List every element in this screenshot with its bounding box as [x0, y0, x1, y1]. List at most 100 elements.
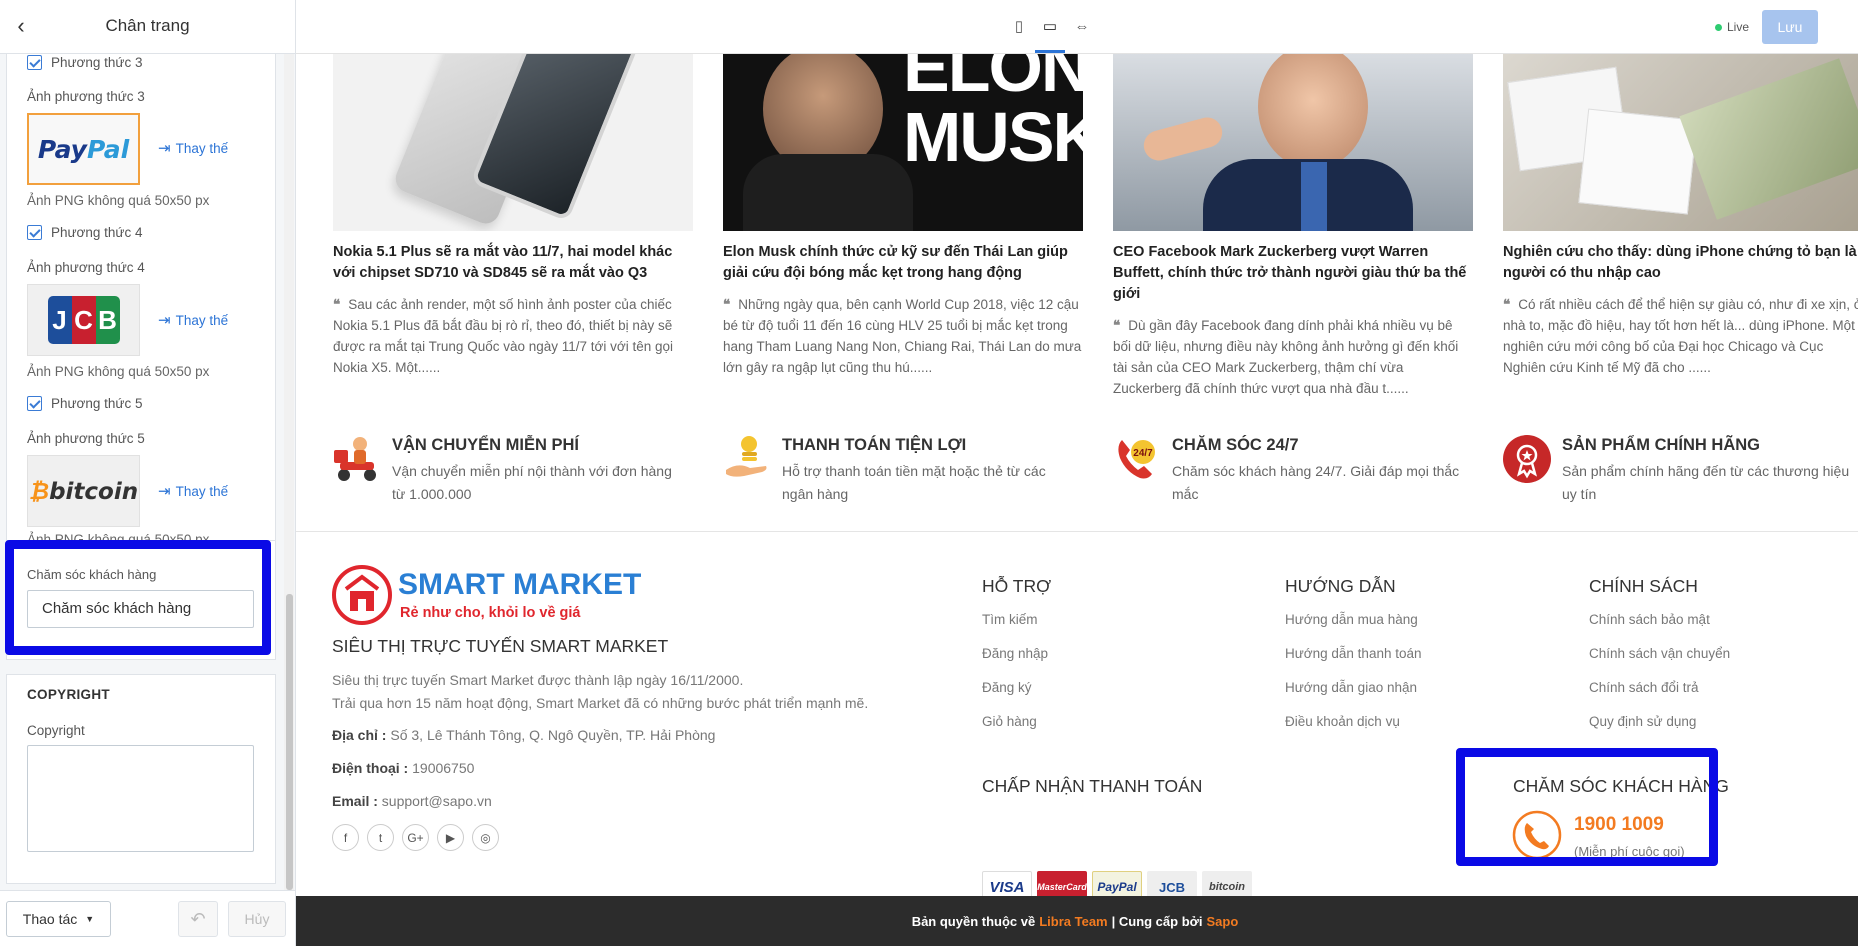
email-line: Email : support@sapo.vn [332, 793, 492, 809]
feature-text: Vận chuyển miễn phí nội thành với đơn hà… [392, 463, 672, 502]
quote-icon: ❝ [333, 297, 341, 312]
news-title[interactable]: CEO Facebook Mark Zuckerberg vượt Warren… [1113, 242, 1473, 305]
brand-slogan: Rẻ như cho, khỏi lo về giá [400, 605, 581, 621]
checkbox-checked-icon[interactable] [27, 395, 42, 411]
instagram-icon[interactable]: ◎ [472, 824, 499, 851]
store-logo[interactable]: SMART MARKET Rẻ như cho, khỏi lo về giá [332, 565, 652, 625]
twitter-icon[interactable]: t [367, 824, 394, 851]
method-5-image-label: Ảnh phương thức 5 [27, 431, 145, 446]
copyright-team-link[interactable]: Libra Team [1039, 914, 1107, 929]
news-title[interactable]: Nokia 5.1 Plus sẽ ra mắt vào 11/7, hai m… [333, 242, 693, 284]
method-3-image-thumb[interactable]: PayPal [27, 113, 140, 185]
jcb-logo: J C B [47, 296, 120, 344]
footer-link[interactable]: Điều khoản dịch vụ [1285, 714, 1400, 729]
method-4-checkbox-row[interactable]: Phương thức 4 [27, 222, 142, 242]
feature-title: SẢN PHẨM CHÍNH HÃNG [1562, 436, 1760, 454]
fullscreen-view-icon[interactable]: ⇔ [1071, 16, 1093, 38]
footer-link[interactable]: Đăng ký [982, 680, 1032, 695]
method-3-checkbox-row[interactable]: Phương thức 3 [27, 54, 142, 72]
feature-title: THANH TOÁN TIỆN LỢI [782, 436, 967, 454]
method-4-image-label: Ảnh phương thức 4 [27, 260, 145, 275]
image-text-line: ELON [903, 54, 1083, 106]
copyright-prefix: Bản quyền thuộc về [911, 913, 1036, 929]
footer-link[interactable]: Hướng dẫn thanh toán [1285, 646, 1422, 661]
news-item[interactable]: ELON MUSK Elon Musk chính thức cử kỹ sư … [723, 54, 1083, 375]
footer-link[interactable]: Tìm kiếm [982, 612, 1038, 627]
actions-dropdown-button[interactable]: Thao tác ▼ [6, 901, 111, 937]
method-5-image-thumb[interactable]: ₿bitcoin [27, 455, 140, 527]
quote-icon: ❝ [723, 297, 731, 312]
news-item[interactable]: CEO Facebook Mark Zuckerberg vượt Warren… [1113, 54, 1473, 396]
footer-link[interactable]: Đăng nhập [982, 646, 1048, 661]
copyright-separator: | Cung cấp bởi [1111, 913, 1203, 929]
brand-name: SMART MARKET [398, 568, 642, 601]
feature-support-247: 24/7 CHĂM SÓC 24/7 Chăm sóc khách hàng 2… [1112, 434, 1459, 514]
footer-link[interactable]: Hướng dẫn mua hàng [1285, 612, 1418, 627]
method-3-checkbox-label: Phương thức 3 [51, 54, 143, 70]
news-item[interactable]: Nghiên cứu cho thấy: dùng iPhone chứng t… [1503, 54, 1858, 375]
feature-text: Hỗ trợ thanh toán tiền mặt hoặc thẻ từ c… [782, 463, 1046, 502]
footer-link[interactable]: Chính sách bảo mật [1589, 612, 1710, 627]
feature-text: Sản phẩm chính hãng đến từ các thương hi… [1562, 463, 1850, 502]
method-4-replace-link[interactable]: ⇥ Thay thế [158, 311, 228, 329]
upload-replace-icon: ⇥ [158, 140, 171, 157]
sidebar-footer: Thao tác ▼ ↶ Hủy [0, 890, 295, 946]
feature-free-shipping: VẬN CHUYỂN MIỄN PHÍ Vận chuyển miễn phí … [332, 434, 677, 514]
shop-logo-icon [332, 565, 392, 625]
quote-icon: ❝ [1503, 297, 1511, 312]
sidebar-title: Chân trang [105, 16, 190, 35]
footer-link[interactable]: Chính sách vận chuyển [1589, 646, 1730, 661]
google-plus-icon[interactable]: G+ [402, 824, 429, 851]
news-image-iphone-money[interactable] [1503, 54, 1858, 231]
cancel-button[interactable]: Hủy [228, 901, 286, 937]
footer-link[interactable]: Giỏ hàng [982, 714, 1037, 729]
method-5-checkbox-row[interactable]: Phương thức 5 [27, 393, 142, 413]
news-excerpt: ❝ Dù gần đây Facebook đang dính phải khá … [1113, 318, 1459, 396]
support-column-heading: HỖ TRỢ [982, 576, 1052, 596]
method-4-hint: Ảnh PNG không quá 50x50 px [27, 364, 210, 379]
live-status: Live [1715, 20, 1749, 34]
youtube-icon[interactable]: ▶ [437, 824, 464, 851]
news-title[interactable]: Elon Musk chính thức cử kỹ sư đến Thái L… [723, 242, 1083, 284]
desktop-view-icon[interactable]: ▭ [1039, 16, 1061, 38]
delivery-scooter-icon [332, 434, 382, 484]
settings-sidebar: ‹ Chân trang Phương thức 3 Ảnh phương th… [0, 0, 296, 946]
highlight-frame-sidebar [5, 540, 271, 655]
mobile-view-icon[interactable]: ▯ [1008, 16, 1030, 38]
save-button[interactable]: Lưu [1762, 10, 1818, 44]
news-excerpt: ❝ Có rất nhiều cách để thể hiện sự giàu c… [1503, 297, 1858, 375]
method-3-image-label: Ảnh phương thức 3 [27, 89, 145, 104]
news-image-elon-musk[interactable]: ELON MUSK [723, 54, 1083, 231]
copyright-label: Copyright [27, 723, 85, 738]
footer-link[interactable]: Chính sách đổi trả [1589, 680, 1699, 695]
store-title: SIÊU THỊ TRỰC TUYẾN SMART MARKET [332, 636, 669, 656]
copyright-provider-link[interactable]: Sapo [1207, 914, 1239, 929]
method-4-image-thumb[interactable]: J C B [27, 284, 140, 356]
method-4-checkbox-label: Phương thức 4 [51, 224, 143, 240]
active-device-indicator [1035, 50, 1065, 53]
checkbox-checked-icon[interactable] [27, 54, 42, 70]
method-5-replace-link[interactable]: ⇥ Thay thế [158, 482, 228, 500]
footer-link[interactable]: Quy định sử dụng [1589, 714, 1696, 729]
copyright-bar: Bản quyền thuộc về Libra Team | Cung cấp… [296, 896, 1858, 946]
method-5-checkbox-label: Phương thức 5 [51, 395, 143, 411]
news-title[interactable]: Nghiên cứu cho thấy: dùng iPhone chứng t… [1503, 242, 1858, 284]
live-dot-icon [1715, 23, 1722, 31]
copyright-textarea[interactable] [27, 745, 254, 852]
news-excerpt: ❝ Sau các ảnh render, một số hình ảnh pos… [333, 297, 674, 375]
news-item[interactable]: Nokia 5.1 Plus sẽ ra mắt vào 11/7, hai m… [333, 54, 693, 375]
facebook-icon[interactable]: f [332, 824, 359, 851]
sidebar-scrollbar-thumb[interactable] [286, 594, 293, 890]
bitcoin-logo: ₿bitcoin [28, 478, 139, 505]
undo-button[interactable]: ↶ [178, 901, 218, 937]
quote-icon: ❝ [1113, 318, 1121, 333]
badge-247-text: 24/7 [1133, 448, 1153, 459]
feature-genuine-products: SẢN PHẨM CHÍNH HÃNG Sản phẩm chính hãng … [1502, 434, 1849, 514]
checkbox-checked-icon[interactable] [27, 224, 42, 240]
news-image-nokia[interactable] [333, 54, 693, 231]
method-3-replace-link[interactable]: ⇥ Thay thế [158, 139, 228, 157]
news-image-zuckerberg[interactable] [1113, 54, 1473, 231]
about-text: Siêu thị trực tuyến Smart Market được th… [332, 672, 744, 688]
paypal-logo: PayPal [37, 134, 130, 164]
footer-link[interactable]: Hướng dẫn giao nhận [1285, 680, 1417, 695]
